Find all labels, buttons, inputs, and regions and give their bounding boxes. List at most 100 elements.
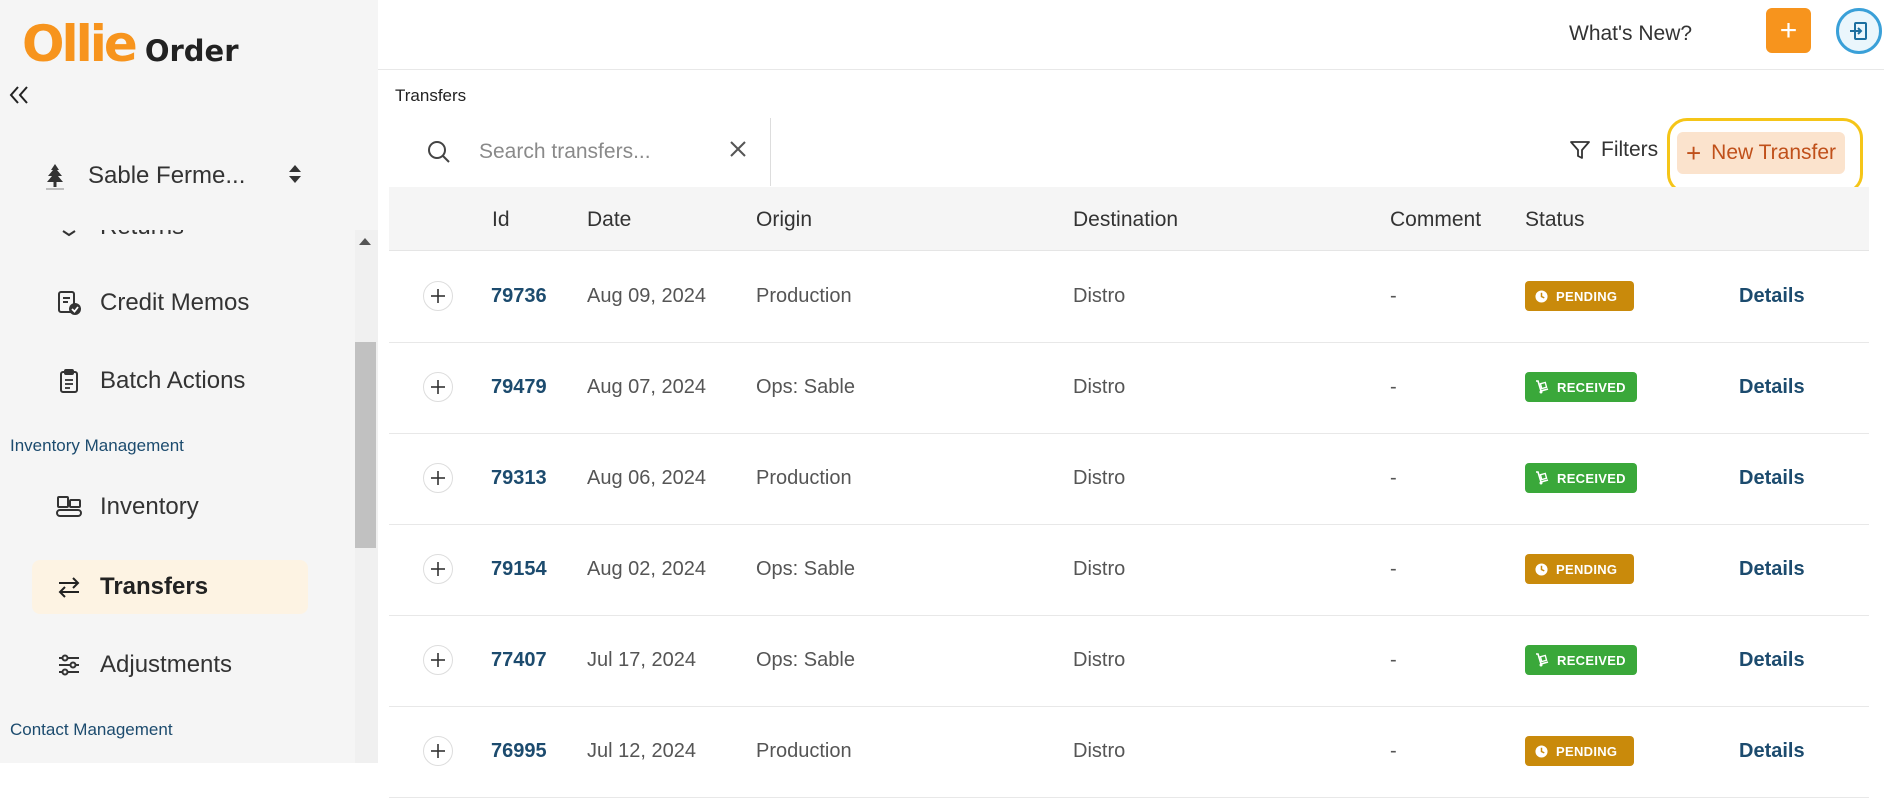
table-row: 77407 Jul 17, 2024 Ops: Sable Distro - R…: [389, 616, 1869, 707]
scroll-up-arrow-icon[interactable]: [359, 238, 371, 245]
search-input[interactable]: [479, 136, 709, 168]
transfer-comment: -: [1390, 376, 1397, 398]
status-label: PENDING: [1556, 743, 1618, 759]
expand-row-button[interactable]: [423, 281, 453, 311]
quick-add-button[interactable]: +: [1766, 8, 1811, 53]
status-label: RECEIVED: [1557, 470, 1626, 486]
column-header-comment[interactable]: Comment: [1390, 208, 1481, 232]
details-link[interactable]: Details: [1739, 740, 1805, 763]
table-row: 79154 Aug 02, 2024 Ops: Sable Distro - P…: [389, 525, 1869, 616]
details-link[interactable]: Details: [1739, 285, 1805, 308]
account-name: Sable Ferme...: [88, 162, 246, 189]
sidebar-item-adjustments[interactable]: Adjustments: [32, 638, 308, 692]
sidebar-item-label: Batch Actions: [100, 367, 246, 394]
inventory-icon: [54, 492, 84, 522]
details-link[interactable]: Details: [1739, 467, 1805, 490]
transfer-id-link[interactable]: 79479: [491, 376, 547, 399]
status-badge: PENDING: [1525, 281, 1634, 311]
status-badge: PENDING: [1525, 736, 1634, 766]
sidebar-item-batch-actions[interactable]: Batch Actions: [32, 354, 308, 408]
transfer-date: Aug 02, 2024: [587, 558, 706, 580]
transfer-origin: Ops: Sable: [756, 376, 855, 398]
clipboard-icon: [54, 366, 84, 396]
status-badge: PENDING: [1525, 554, 1634, 584]
status-icon: [1535, 471, 1549, 485]
expand-row-button[interactable]: [423, 463, 453, 493]
sidebar-item-label: Returns: [100, 230, 184, 241]
search-icon: [427, 140, 451, 169]
search-box: [389, 118, 771, 186]
sidebar-item-transfers[interactable]: Transfers: [32, 560, 308, 614]
sidebar-scroll-thumb[interactable]: [355, 342, 376, 548]
plus-icon: [431, 471, 445, 485]
column-header-id[interactable]: Id: [492, 208, 510, 232]
details-link[interactable]: Details: [1739, 376, 1805, 399]
details-link[interactable]: Details: [1739, 558, 1805, 581]
new-transfer-button[interactable]: + New Transfer: [1677, 132, 1845, 174]
transfer-origin: Ops: Sable: [756, 649, 855, 671]
sidebar: Ollie Order Sable Ferme... Credit Memos …: [0, 0, 378, 763]
transfer-comment: -: [1390, 467, 1397, 489]
transfer-origin: Production: [756, 740, 852, 762]
transfer-destination: Distro: [1073, 467, 1126, 489]
transfer-id-link[interactable]: 79154: [491, 558, 547, 581]
details-link[interactable]: Details: [1739, 649, 1805, 672]
table-header: Id Date Origin Destination Comment Statu…: [389, 187, 1869, 251]
column-header-origin[interactable]: Origin: [756, 208, 812, 232]
expand-row-button[interactable]: [423, 645, 453, 675]
collapse-sidebar-button[interactable]: [4, 80, 34, 110]
sidebar-item-returns[interactable]: Returns: [32, 230, 308, 254]
account-switcher[interactable]: Sable Ferme...: [42, 156, 342, 196]
section-contact-management: Contact Management: [10, 720, 173, 739]
plus-icon: [431, 744, 445, 758]
transfer-id-link[interactable]: 77407: [491, 649, 547, 672]
status-icon: [1535, 562, 1548, 576]
transfer-origin: Production: [756, 467, 852, 489]
status-badge: RECEIVED: [1525, 372, 1637, 402]
plus-icon: +: [1685, 138, 1702, 168]
app-logo[interactable]: Ollie Order: [22, 18, 239, 69]
column-header-destination[interactable]: Destination: [1073, 208, 1178, 232]
transfer-destination: Distro: [1073, 285, 1126, 307]
transfer-comment: -: [1390, 740, 1397, 762]
transfer-id-link[interactable]: 79736: [491, 285, 547, 308]
expand-row-button[interactable]: [423, 372, 453, 402]
status-icon: [1535, 380, 1549, 394]
plus-icon: [431, 289, 445, 303]
hand-truck-icon: [1536, 471, 1549, 485]
expand-row-button[interactable]: [423, 736, 453, 766]
hand-truck-icon: [1536, 380, 1549, 394]
hand-truck-icon: [1536, 653, 1549, 667]
clock-icon: [1535, 744, 1548, 758]
whats-new-link[interactable]: What's New?: [1569, 22, 1692, 46]
clear-search-icon[interactable]: [729, 140, 747, 163]
sidebar-item-inventory[interactable]: Inventory: [32, 480, 308, 534]
transfer-id-link[interactable]: 79313: [491, 467, 547, 490]
logo-word: Order: [144, 34, 239, 68]
table-toolbar: Filters + New Transfer: [389, 118, 1869, 194]
sidebar-nav: Returns Credit Memos: [0, 230, 378, 763]
transfer-comment: -: [1390, 285, 1397, 307]
status-icon: [1535, 653, 1549, 667]
clock-icon: [1535, 289, 1548, 303]
filters-button[interactable]: Filters: [1569, 138, 1658, 162]
double-chevron-left-icon: [9, 86, 28, 104]
plus-icon: [431, 380, 445, 394]
table-row: 79736 Aug 09, 2024 Production Distro - P…: [389, 252, 1869, 343]
sidebar-item-credit-memos[interactable]: Credit Memos: [32, 276, 308, 330]
status-badge: RECEIVED: [1525, 463, 1637, 493]
column-header-date[interactable]: Date: [587, 208, 631, 232]
filters-label: Filters: [1601, 138, 1659, 161]
transfer-arrows-icon: [54, 572, 84, 602]
column-header-status[interactable]: Status: [1525, 208, 1585, 232]
account-logo-icon: [42, 161, 68, 191]
transfer-id-link[interactable]: 76995: [491, 740, 547, 763]
transfer-destination: Distro: [1073, 740, 1126, 762]
transfer-origin: Production: [756, 285, 852, 307]
expand-row-button[interactable]: [423, 554, 453, 584]
transfer-date: Aug 06, 2024: [587, 467, 706, 489]
section-inventory-management: Inventory Management: [10, 436, 184, 455]
transfer-date: Jul 17, 2024: [587, 649, 696, 671]
transfer-comment: -: [1390, 649, 1397, 671]
user-avatar[interactable]: [1836, 8, 1882, 54]
